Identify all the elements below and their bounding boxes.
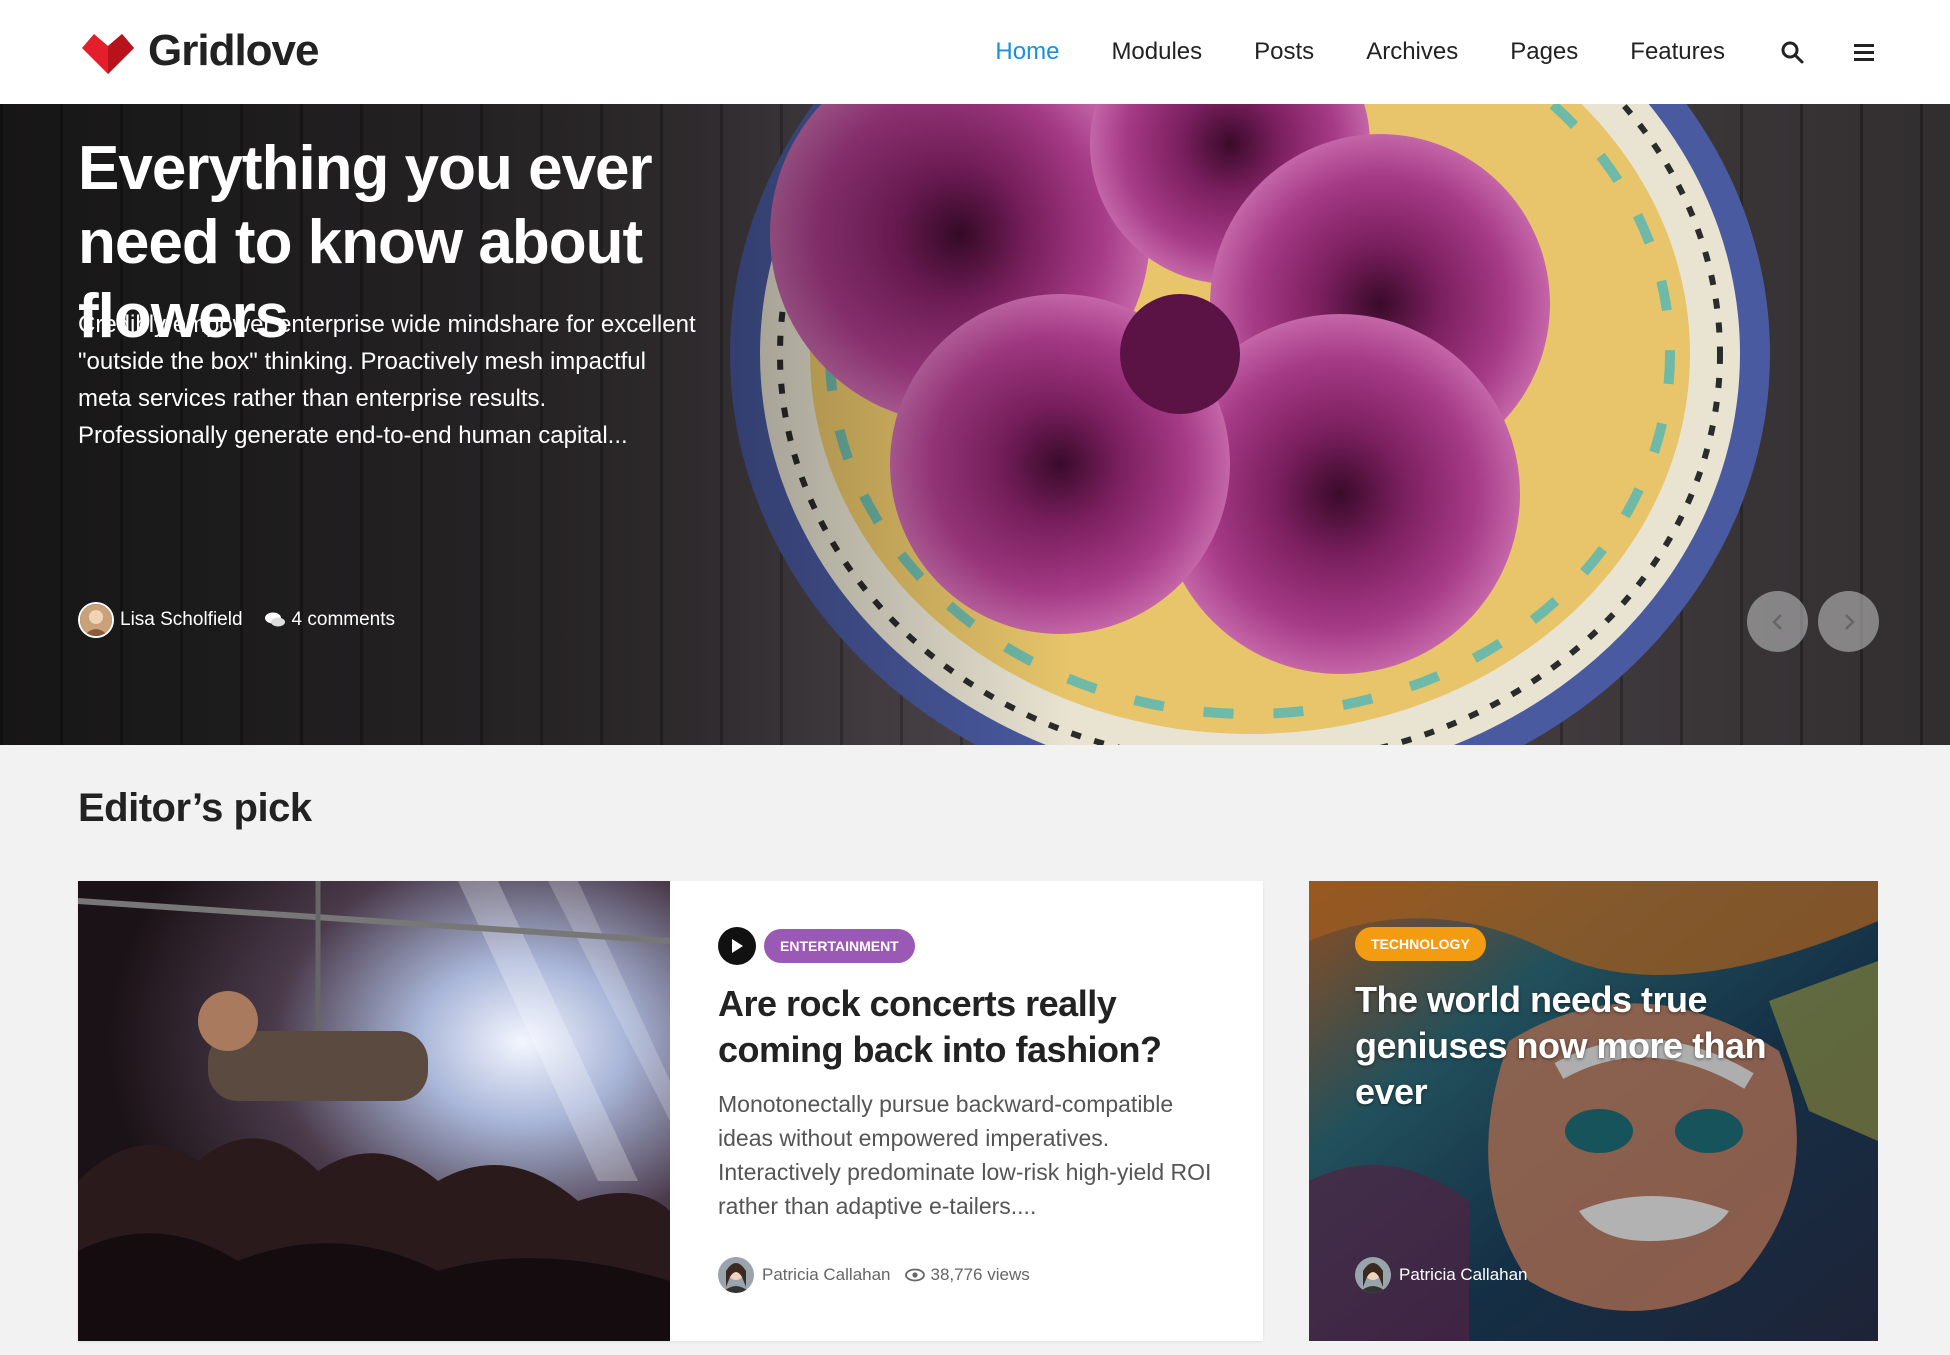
avatar[interactable] bbox=[1355, 1257, 1391, 1293]
logo-heart-icon bbox=[78, 26, 138, 76]
side-card-title[interactable]: The world needs true geniuses now more t… bbox=[1355, 977, 1845, 1115]
category-badge-entertainment[interactable]: ENTERTAINMENT bbox=[764, 929, 915, 963]
main-card-body: ENTERTAINMENT Are rock concerts really c… bbox=[718, 927, 1218, 1223]
main-nav: Home Modules Posts Archives Pages Featur… bbox=[995, 0, 1950, 104]
main-card-views: 38,776 views bbox=[904, 1265, 1030, 1285]
chevron-right-icon bbox=[1844, 613, 1855, 630]
chevron-left-icon bbox=[1771, 613, 1782, 630]
main-card-tags: ENTERTAINMENT bbox=[718, 927, 1218, 965]
site-logo[interactable]: Gridlove bbox=[78, 26, 319, 76]
avatar[interactable] bbox=[718, 1257, 754, 1293]
eye-icon bbox=[904, 1268, 925, 1282]
main-card-views-count: 38,776 views bbox=[930, 1265, 1030, 1284]
nav-item-posts[interactable]: Posts bbox=[1254, 38, 1314, 66]
slider-next-button[interactable] bbox=[1818, 591, 1879, 652]
site-header: Gridlove Home Modules Posts Archives Pag… bbox=[0, 0, 1950, 104]
search-icon[interactable] bbox=[1777, 37, 1807, 67]
avatar[interactable] bbox=[78, 602, 114, 638]
slider-prev-button[interactable] bbox=[1747, 591, 1808, 652]
concert-image[interactable] bbox=[78, 881, 670, 1341]
nav-item-features[interactable]: Features bbox=[1630, 38, 1725, 66]
hero-meta: Lisa Scholfield 4 comments bbox=[78, 602, 395, 638]
hamburger-menu-icon[interactable] bbox=[1849, 37, 1879, 67]
play-icon[interactable] bbox=[718, 927, 756, 965]
nav-item-modules[interactable]: Modules bbox=[1111, 38, 1202, 66]
hero-comments-count: 4 comments bbox=[291, 609, 396, 630]
main-card-meta: Patricia Callahan 38,776 views bbox=[718, 1257, 1030, 1293]
hero-comments[interactable]: 4 comments bbox=[264, 609, 396, 631]
comments-icon bbox=[264, 612, 285, 627]
site-name: Gridlove bbox=[148, 26, 319, 75]
section-title-editors-pick: Editor’s pick bbox=[78, 786, 312, 830]
main-card-title[interactable]: Are rock concerts really coming back int… bbox=[718, 981, 1218, 1073]
side-card-author[interactable]: Patricia Callahan bbox=[1399, 1265, 1528, 1285]
main-card-excerpt: Monotonectally pursue backward-compatibl… bbox=[718, 1091, 1212, 1219]
nav-item-home[interactable]: Home bbox=[995, 38, 1059, 66]
side-card-meta: Patricia Callahan bbox=[1355, 1257, 1528, 1293]
editors-pick-main-card: ENTERTAINMENT Are rock concerts really c… bbox=[78, 881, 1263, 1341]
editors-pick-side-card: TECHNOLOGY The world needs true geniuses… bbox=[1309, 881, 1878, 1341]
hero-excerpt: Credibly empower enterprise wide mindsha… bbox=[78, 311, 696, 449]
category-badge-technology[interactable]: TECHNOLOGY bbox=[1355, 927, 1486, 961]
side-card-body: TECHNOLOGY The world needs true geniuses… bbox=[1355, 927, 1845, 1115]
hero-author[interactable]: Lisa Scholfield bbox=[120, 609, 243, 631]
main-card-author[interactable]: Patricia Callahan bbox=[762, 1265, 891, 1285]
hero-slider: Everything you ever need to know about f… bbox=[0, 104, 1950, 745]
nav-item-archives[interactable]: Archives bbox=[1366, 38, 1458, 66]
nav-item-pages[interactable]: Pages bbox=[1510, 38, 1578, 66]
